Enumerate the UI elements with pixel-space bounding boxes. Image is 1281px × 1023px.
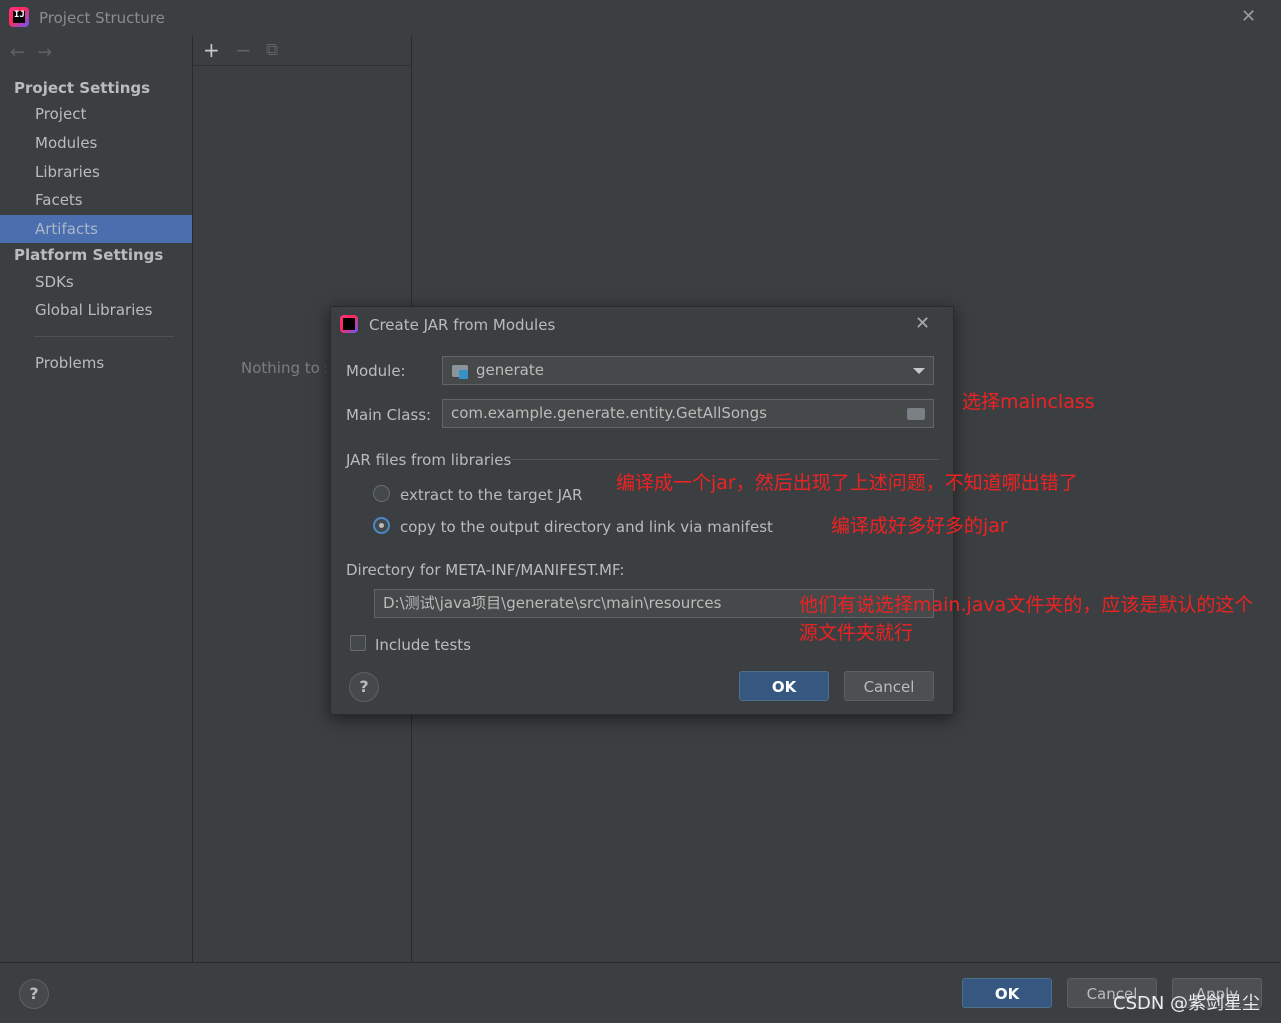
dialog-title: Create JAR from Modules — [369, 316, 556, 334]
create-jar-dialog: Create JAR from Modules ✕ Module: genera… — [330, 306, 954, 715]
browse-folder-icon[interactable] — [907, 408, 925, 420]
dialog-ok-button[interactable]: OK — [739, 671, 829, 701]
copy-radio-label[interactable]: copy to the output directory and link vi… — [400, 518, 773, 536]
back-arrow-icon[interactable]: ← — [10, 42, 25, 63]
sidebar-item-sdks[interactable]: SDKs — [0, 268, 192, 296]
jar-files-group-label: JAR files from libraries — [346, 451, 512, 469]
window-title: Project Structure — [39, 9, 165, 27]
intellij-dialog-icon — [340, 315, 358, 333]
sidebar-item-libraries[interactable]: Libraries — [0, 158, 192, 186]
platform-settings-header: Platform Settings — [14, 246, 164, 264]
module-value: generate — [476, 361, 544, 379]
sidebar-item-project[interactable]: Project — [0, 100, 192, 128]
sidebar-divider — [34, 336, 174, 337]
copy-icon[interactable]: ⧉ — [266, 40, 278, 60]
module-dropdown[interactable]: generate — [442, 356, 934, 385]
manifest-dir-label: Directory for META-INF/MANIFEST.MF: — [346, 561, 625, 579]
window-close-icon[interactable]: ✕ — [1241, 6, 1256, 27]
sidebar-item-artifacts[interactable]: Artifacts — [0, 215, 192, 243]
main-class-field[interactable]: com.example.generate.entity.GetAllSongs — [442, 399, 934, 428]
forward-arrow-icon[interactable]: → — [37, 42, 52, 63]
include-tests-checkbox[interactable] — [350, 635, 366, 651]
sidebar-item-modules[interactable]: Modules — [0, 129, 192, 157]
main-class-label: Main Class: — [346, 406, 432, 424]
annotation-select-mainclass: 选择mainclass — [962, 391, 1095, 413]
dialog-help-button[interactable]: ? — [349, 672, 379, 702]
artifacts-toolbar: + − ⧉ — [193, 36, 411, 66]
annotation-many-jars: 编译成好多好多的jar — [831, 515, 1008, 537]
chevron-down-icon — [913, 368, 925, 374]
module-folder-icon — [452, 365, 468, 379]
module-label: Module: — [346, 362, 406, 380]
group-divider — [511, 459, 939, 460]
manifest-dir-value: D:\测试\java项目\generate\src\main\resources — [383, 594, 722, 612]
window-titlebar: IJ Project Structure ✕ — [0, 0, 1281, 36]
extract-radio[interactable] — [373, 485, 390, 502]
sidebar-item-global-libraries[interactable]: Global Libraries — [0, 296, 192, 324]
bottom-button-bar: ? OK Cancel Apply — [0, 962, 1281, 1023]
annotation-dir-line1: 他们有说选择main.java文件夹的，应该是默认的这个 — [799, 594, 1254, 616]
copy-radio[interactable] — [373, 517, 390, 534]
csdn-watermark: CSDN @紫剑星尘 — [1113, 993, 1261, 1014]
main-class-value: com.example.generate.entity.GetAllSongs — [451, 404, 767, 422]
intellij-app-icon: IJ — [9, 7, 29, 27]
remove-icon[interactable]: − — [235, 38, 252, 62]
dialog-cancel-button[interactable]: Cancel — [844, 671, 934, 701]
include-tests-label[interactable]: Include tests — [375, 636, 471, 654]
nav-arrows: ← → — [10, 42, 64, 63]
empty-state-text: Nothing to s — [241, 359, 326, 377]
help-button[interactable]: ? — [19, 979, 49, 1009]
add-icon[interactable]: + — [203, 38, 220, 62]
sidebar-item-facets[interactable]: Facets — [0, 186, 192, 214]
annotation-dir-line2: 源文件夹就行 — [799, 622, 914, 644]
ok-button[interactable]: OK — [962, 978, 1052, 1008]
sidebar-item-problems[interactable]: Problems — [0, 349, 192, 377]
extract-radio-label[interactable]: extract to the target JAR — [400, 486, 582, 504]
project-settings-header: Project Settings — [14, 79, 151, 97]
dialog-close-icon[interactable]: ✕ — [915, 313, 930, 334]
settings-sidebar: ← → Project Settings Project Modules Libr… — [0, 36, 193, 962]
annotation-single-jar: 编译成一个jar，然后出现了上述问题，不知道哪出错了 — [616, 472, 1078, 494]
